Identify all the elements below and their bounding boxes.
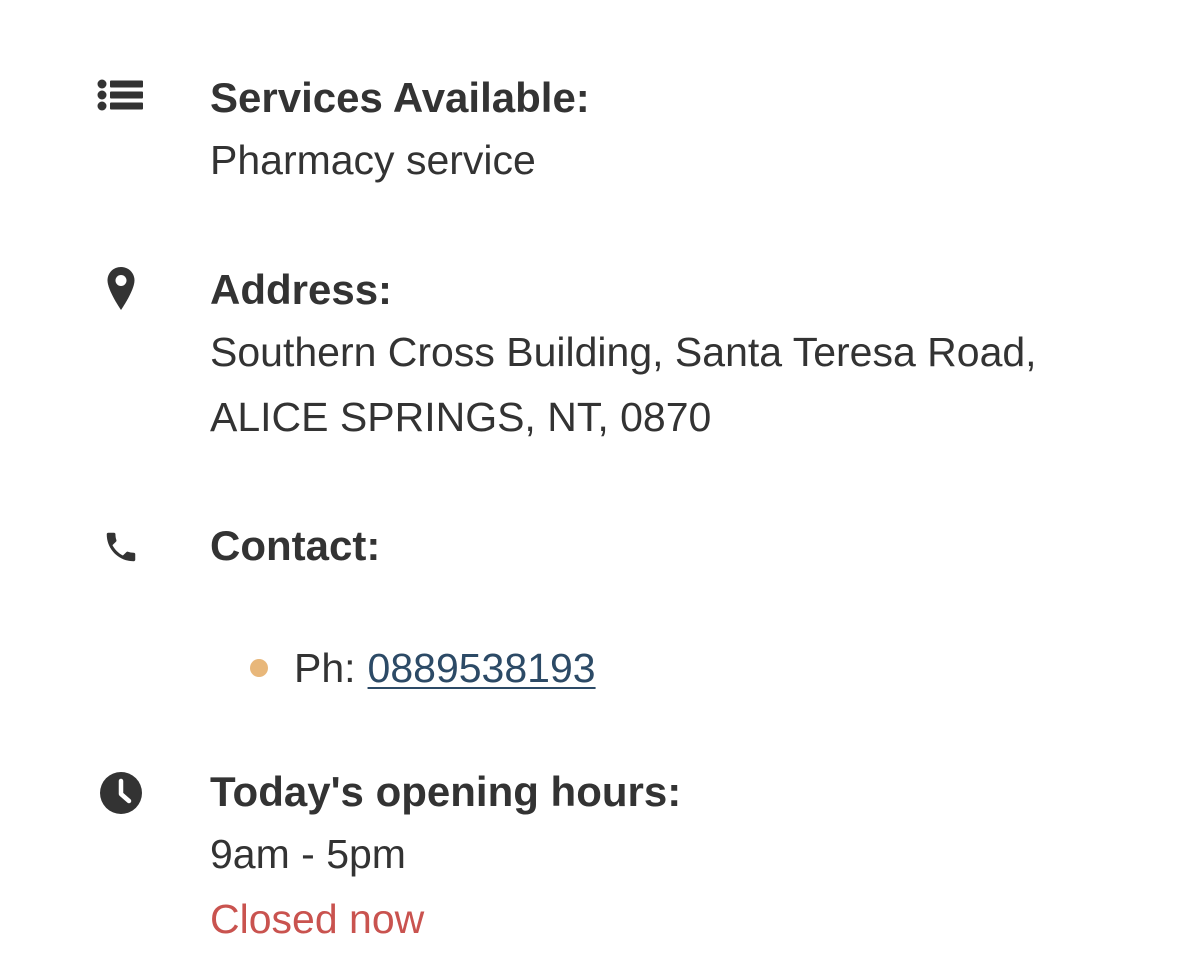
open-status: Closed now: [210, 896, 425, 942]
hours-value: 9am - 5pm: [210, 831, 406, 877]
hours-heading: Today's opening hours:: [210, 768, 682, 815]
services-heading: Services Available:: [210, 74, 590, 121]
phone-label: Ph:: [294, 645, 356, 691]
bullet-dot: [250, 659, 268, 677]
phone-icon: [96, 522, 146, 572]
address-heading: Address:: [210, 266, 393, 313]
phone-number-link[interactable]: 0889538193: [368, 638, 596, 698]
address-line-1: Southern Cross Building, Santa Teresa Ro…: [210, 329, 1037, 375]
clock-icon: [96, 768, 146, 818]
list-icon: [96, 73, 146, 123]
contact-item: Ph: 0889538193: [250, 638, 596, 698]
contact-heading: Contact:: [210, 522, 381, 569]
address-line-2: ALICE SPRINGS, NT, 0870: [210, 394, 712, 440]
map-pin-icon: [96, 264, 146, 314]
services-value: Pharmacy service: [210, 137, 536, 183]
